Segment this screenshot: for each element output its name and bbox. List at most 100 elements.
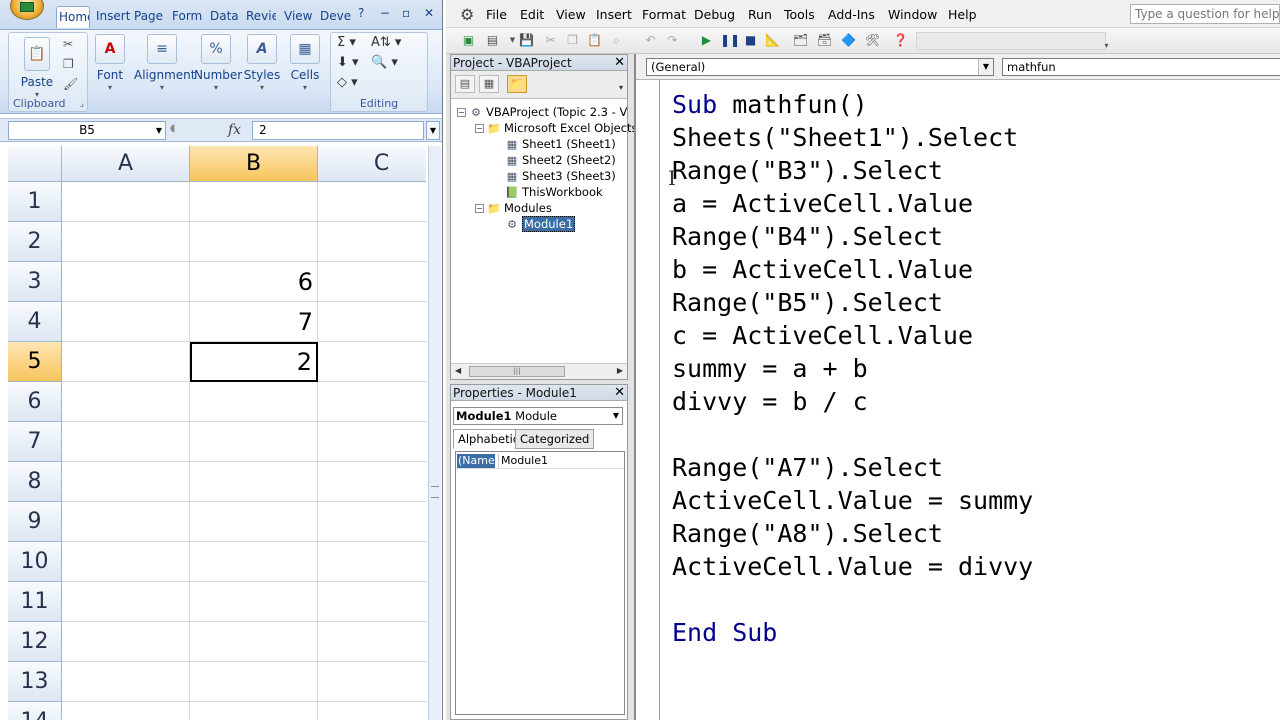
close-icon[interactable]: ✕: [614, 385, 625, 400]
cell-c[interactable]: [318, 582, 426, 622]
help-search-input[interactable]: Type a question for help: [1130, 4, 1280, 24]
menu-tools[interactable]: Tools: [784, 7, 815, 22]
scroll-left-icon[interactable]: ◀: [455, 366, 461, 375]
vbe-app-icon[interactable]: ⚙: [460, 5, 474, 24]
row-header[interactable]: 6: [8, 382, 62, 422]
cell-b[interactable]: [190, 382, 318, 422]
row-header[interactable]: 14: [8, 702, 62, 720]
copy-icon[interactable]: ❐: [63, 57, 74, 71]
cut-icon[interactable]: ✂: [63, 37, 73, 51]
close-icon[interactable]: ✕: [614, 55, 625, 70]
cell-a[interactable]: [62, 662, 190, 702]
cell-c[interactable]: [318, 502, 426, 542]
insert-userform-icon[interactable]: ▤: [484, 33, 501, 49]
menu-format[interactable]: Format: [642, 7, 686, 22]
toolbox-icon[interactable]: 🛠: [864, 33, 881, 49]
find-icon[interactable]: ⌕: [608, 33, 625, 49]
help-icon[interactable]: ?: [358, 6, 364, 20]
menu-view[interactable]: View: [556, 7, 586, 22]
tab-insert[interactable]: Insert: [94, 6, 130, 28]
formula-input[interactable]: 2: [252, 121, 424, 140]
tree-item[interactable]: ▦ Sheet1 (Sheet1): [493, 137, 616, 152]
row-header[interactable]: 9: [8, 502, 62, 542]
properties-object-select[interactable]: Module1 Module ▼: [453, 407, 623, 425]
menu-window[interactable]: Window: [888, 7, 937, 22]
toolbar-options-icon[interactable]: ▾: [1098, 38, 1115, 54]
cell-c[interactable]: [318, 542, 426, 582]
cell-c[interactable]: [318, 302, 426, 342]
code-editor[interactable]: Sub mathfun() Sheets("Sheet1").Select Rang…: [672, 88, 1272, 718]
collapse-icon[interactable]: −: [475, 204, 484, 213]
cell-a[interactable]: [62, 542, 190, 582]
cells-button[interactable]: ▦ Cells ▾: [286, 34, 324, 92]
property-row-name[interactable]: (Name) Module1: [456, 454, 624, 469]
tree-item[interactable]: − ⚙ VBAProject (Topic 2.3 - V: [457, 105, 627, 120]
cell-c[interactable]: [318, 382, 426, 422]
code-line[interactable]: Range("B5").Select: [672, 286, 1272, 319]
help-icon[interactable]: ❓: [892, 33, 909, 49]
row-header[interactable]: 10: [8, 542, 62, 582]
format-painter-icon[interactable]: 🖌: [63, 77, 78, 91]
tab-review[interactable]: Revie: [244, 6, 276, 28]
reset-icon[interactable]: ■: [742, 33, 759, 49]
office-button[interactable]: [10, 0, 44, 20]
tree-item[interactable]: ▦ Sheet3 (Sheet3): [493, 169, 616, 184]
formula-bar-splitter-icon[interactable]: ◖: [170, 123, 184, 139]
expand-formula-bar-icon[interactable]: ▼: [426, 121, 440, 140]
alignment-button[interactable]: ≡ Alignment ▾: [134, 34, 195, 92]
object-combo[interactable]: (General) ▼: [646, 58, 994, 76]
tab-formulas[interactable]: Form: [170, 6, 202, 28]
cell-a[interactable]: [62, 182, 190, 222]
cell-b[interactable]: [190, 462, 318, 502]
tree-item[interactable]: − 📁 Modules: [475, 201, 552, 216]
copy-icon[interactable]: ❐: [564, 33, 581, 49]
view-object-icon[interactable]: ▦: [479, 75, 499, 93]
tree-item[interactable]: 📗 ThisWorkbook: [493, 185, 603, 200]
project-explorer-icon[interactable]: 🗂: [792, 33, 809, 49]
cell-c[interactable]: [318, 222, 426, 262]
code-line[interactable]: Range("A8").Select: [672, 517, 1272, 550]
menu-help[interactable]: Help: [948, 7, 977, 22]
scroll-grip-icon[interactable]: [431, 486, 439, 498]
tree-item[interactable]: ▦ Sheet2 (Sheet2): [493, 153, 616, 168]
code-line[interactable]: Sheets("Sheet1").Select: [672, 121, 1272, 154]
excel-vertical-scrollbar[interactable]: [428, 146, 441, 720]
cell-b[interactable]: [190, 662, 318, 702]
cell-a[interactable]: [62, 622, 190, 662]
row-header[interactable]: 4: [8, 302, 62, 342]
break-icon[interactable]: ❚❚: [720, 33, 740, 49]
column-header-c[interactable]: C: [318, 146, 426, 182]
cell-a[interactable]: [62, 262, 190, 302]
name-box[interactable]: B5 ▼: [8, 121, 166, 140]
minimize-icon[interactable]: −: [380, 6, 390, 20]
tab-data[interactable]: Data: [208, 6, 238, 28]
column-header-a[interactable]: A: [62, 146, 190, 182]
row-header[interactable]: 12: [8, 622, 62, 662]
autosum-icon[interactable]: Σ ▾: [337, 35, 356, 50]
chevron-down-icon[interactable]: ▾: [619, 83, 623, 92]
row-header[interactable]: 8: [8, 462, 62, 502]
code-line[interactable]: [672, 418, 1272, 451]
cell-c[interactable]: [318, 702, 426, 720]
redo-icon[interactable]: ↷: [664, 33, 681, 49]
code-margin[interactable]: [636, 80, 660, 720]
row-header[interactable]: 11: [8, 582, 62, 622]
font-button[interactable]: A Font ▾: [90, 34, 130, 92]
menu-addins[interactable]: Add-Ins: [828, 7, 875, 22]
cell-b[interactable]: [190, 422, 318, 462]
cell-b[interactable]: 7: [190, 302, 318, 342]
column-header-b[interactable]: B: [190, 146, 318, 182]
cell-c[interactable]: [318, 342, 426, 382]
restore-icon[interactable]: ▫: [402, 6, 410, 20]
row-header[interactable]: 7: [8, 422, 62, 462]
cell-c[interactable]: [318, 462, 426, 502]
code-line[interactable]: a = ActiveCell.Value: [672, 187, 1272, 220]
row-header[interactable]: 13: [8, 662, 62, 702]
cell-b[interactable]: [190, 502, 318, 542]
row-header[interactable]: 3: [8, 262, 62, 302]
tree-item[interactable]: ⚙ Module1: [493, 216, 576, 232]
code-line[interactable]: Sub mathfun(): [672, 88, 1272, 121]
cell-a[interactable]: [62, 502, 190, 542]
cell-a[interactable]: [62, 582, 190, 622]
sort-filter-icon[interactable]: A⇅ ▾: [371, 35, 401, 50]
